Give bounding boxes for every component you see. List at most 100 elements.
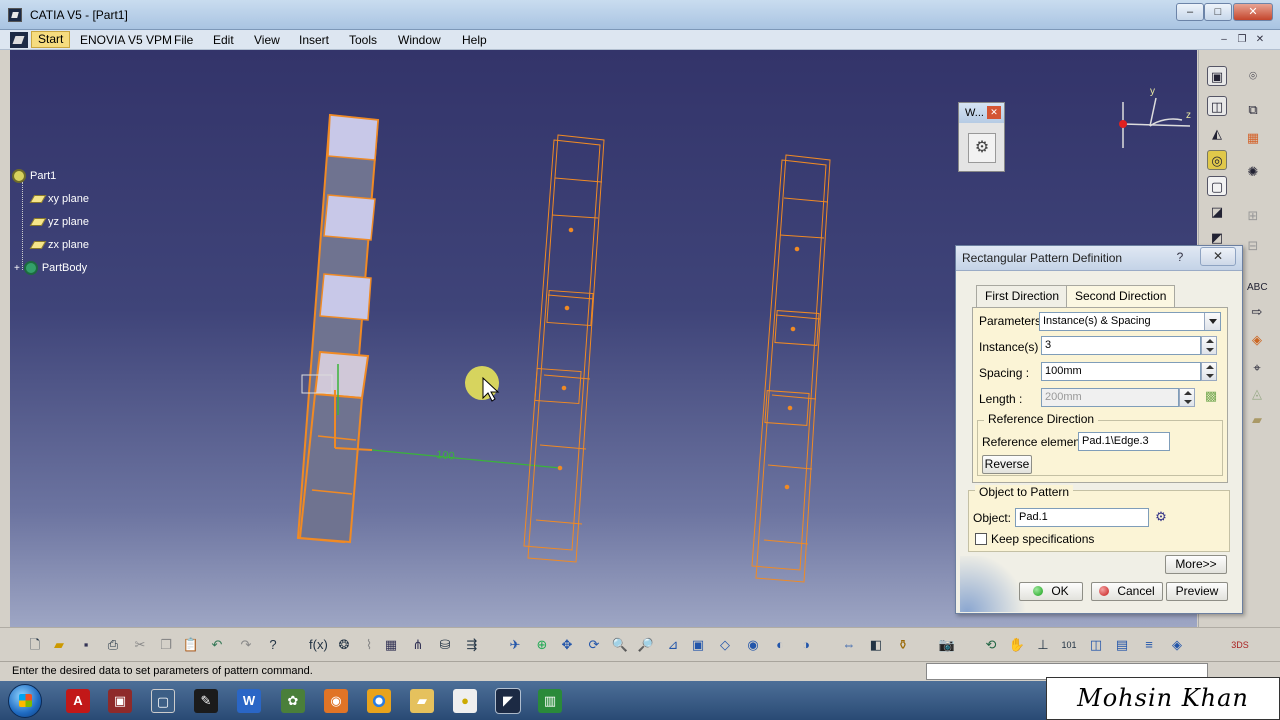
chevron-down-icon[interactable] (1204, 313, 1220, 330)
fly-mode-icon[interactable]: ✈ (506, 636, 524, 654)
boolean-icon[interactable]: ⊞ (1243, 206, 1263, 226)
new-file-icon[interactable]: 🗋 (26, 636, 44, 654)
start-menu-icon[interactable] (10, 32, 28, 48)
rotate-icon[interactable]: ⟳ (585, 636, 603, 654)
cancel-button[interactable]: Cancel (1091, 582, 1163, 601)
object-input[interactable]: Pad.1 (1015, 508, 1149, 527)
copy-icon[interactable]: ❐ (157, 636, 175, 654)
cylinder-icon[interactable]: ◎ (1207, 150, 1227, 170)
text-annotation-icon[interactable]: ABC (1247, 278, 1268, 298)
undo-icon[interactable]: ↶ (208, 636, 226, 654)
menu-edit[interactable]: Edit (213, 33, 234, 47)
fillet-icon[interactable]: ◭ (1207, 124, 1227, 144)
shading-icon[interactable]: ◉ (744, 636, 762, 654)
menu-view[interactable]: View (254, 33, 280, 47)
parameters-combo[interactable]: Instance(s) & Spacing (1039, 312, 1221, 331)
flag-note-icon[interactable]: ⇨ (1247, 302, 1267, 322)
table-icon[interactable]: ▦ (382, 636, 400, 654)
tree-node-zx-plane[interactable]: zx plane (29, 239, 89, 251)
ok-button[interactable]: OK (1019, 582, 1083, 601)
media-icon[interactable]: ● (453, 689, 477, 713)
windows-start-orb-icon[interactable] (8, 684, 42, 718)
swap-visible-icon[interactable]: ◑ (797, 636, 815, 654)
law-icon[interactable]: ⌇ (360, 636, 378, 654)
multi-view-icon[interactable]: ▣ (689, 636, 707, 654)
doc-close-button[interactable]: ✕ (1252, 33, 1268, 47)
menu-help[interactable]: Help (462, 33, 487, 47)
preview-button[interactable]: Preview (1166, 582, 1228, 601)
fit-all-icon[interactable]: ⊕ (533, 636, 551, 654)
pocket-icon[interactable]: ◫ (1207, 96, 1227, 116)
tab-first-direction[interactable]: First Direction (976, 285, 1069, 307)
reorder-icon[interactable]: ⇶ (463, 636, 481, 654)
paint-icon[interactable]: ✿ (281, 689, 305, 713)
menu-enovia[interactable]: ENOVIA V5 VPM (80, 33, 172, 47)
apply-material-icon[interactable]: ◈ (1247, 330, 1267, 350)
manipulation-icon[interactable]: ✋ (1008, 636, 1026, 654)
menu-start[interactable]: Start (31, 31, 71, 48)
hide-show-icon[interactable]: ◐ (771, 636, 789, 654)
hole-icon[interactable]: ⌾ (1243, 66, 1263, 86)
tree-node-xy-plane[interactable]: xy plane (29, 193, 89, 205)
shell-icon[interactable]: ▢ (1207, 176, 1227, 196)
tab-second-direction[interactable]: Second Direction (1066, 285, 1176, 307)
chrome-icon[interactable] (367, 689, 391, 713)
update-icon[interactable]: ⟲ (982, 636, 1000, 654)
length-spinner[interactable] (1179, 388, 1195, 407)
list-icon[interactable]: ≡ (1140, 636, 1158, 654)
measure-icon[interactable]: ⌖ (1247, 358, 1267, 378)
open-folder-icon[interactable]: ▰ (50, 636, 68, 654)
tree-icon[interactable]: ⋔ (409, 636, 427, 654)
scaling-icon[interactable]: ✺ (1243, 162, 1263, 182)
expand-plus-icon[interactable]: + (14, 263, 20, 274)
maximize-button[interactable]: □ (1204, 3, 1232, 21)
dialog-close-button[interactable]: ✕ (1200, 247, 1236, 266)
save-icon[interactable]: ▪ (77, 636, 95, 654)
camera-icon[interactable]: 📷 (938, 636, 956, 654)
pad-icon[interactable]: ▣ (1207, 66, 1227, 86)
binary-icon[interactable]: 101 (1060, 636, 1078, 654)
spacing-spinner[interactable] (1201, 362, 1217, 381)
constraint-icon[interactable]: ◬ (1247, 384, 1267, 404)
measure-length-icon[interactable]: ▩ (1201, 386, 1221, 406)
object-selector-icon[interactable]: ⚙ (1151, 507, 1171, 527)
spacing-input[interactable]: 100mm (1041, 362, 1201, 381)
minimize-button[interactable]: – (1176, 3, 1204, 21)
print-icon[interactable]: ⎙ (104, 636, 122, 654)
measure-item-icon[interactable]: ◧ (867, 636, 885, 654)
whats-this-icon[interactable]: ? (264, 636, 282, 654)
sketch-plane-icon[interactable]: ▰ (1247, 410, 1267, 430)
axis-system-icon[interactable]: ⊥ (1034, 636, 1052, 654)
pad-column-selected[interactable] (296, 113, 561, 544)
keep-specifications-checkbox[interactable] (975, 533, 987, 545)
tree-node-part1[interactable]: Part1 (12, 169, 56, 183)
cut-icon[interactable]: ✂ (131, 636, 149, 654)
doc-minimize-button[interactable]: – (1216, 33, 1232, 47)
shaft-icon[interactable]: ⧉ (1243, 100, 1263, 120)
formula-icon[interactable]: f(x) (309, 636, 328, 654)
explorer-window-icon[interactable]: ▢ (151, 689, 175, 713)
pen-tool-icon[interactable]: ✎ (194, 689, 218, 713)
compass-icon[interactable] (1119, 97, 1191, 148)
file-explorer-icon[interactable]: ▰ (410, 689, 434, 713)
menu-window[interactable]: Window (398, 33, 441, 47)
instances-spinner[interactable] (1201, 336, 1217, 355)
view-mode-icon[interactable]: ◫ (1087, 636, 1105, 654)
tree-node-partbody[interactable]: + PartBody (14, 261, 87, 275)
iso-view-icon[interactable]: ◇ (716, 636, 734, 654)
plane-view-icon[interactable]: ◈ (1168, 636, 1186, 654)
union-trim-icon[interactable]: ⊟ (1243, 236, 1263, 256)
menu-tools[interactable]: Tools (349, 33, 377, 47)
measure-inertia-icon[interactable]: ⚱ (894, 636, 912, 654)
acrobat-icon[interactable]: A (66, 689, 90, 713)
knowledge-icon[interactable]: ❂ (335, 636, 353, 654)
catalog-icon[interactable]: ⛁ (436, 636, 454, 654)
pan-icon[interactable]: ✥ (558, 636, 576, 654)
zoom-in-icon[interactable]: 🔍 (611, 636, 629, 654)
tree-node-yz-plane[interactable]: yz plane (29, 216, 89, 228)
instances-input[interactable]: 3 (1041, 336, 1201, 355)
books-icon[interactable]: ▥ (538, 689, 562, 713)
catia-task-icon[interactable]: ◤ (495, 688, 521, 714)
menu-insert[interactable]: Insert (299, 33, 329, 47)
close-window-button[interactable]: ✕ (1233, 3, 1273, 21)
